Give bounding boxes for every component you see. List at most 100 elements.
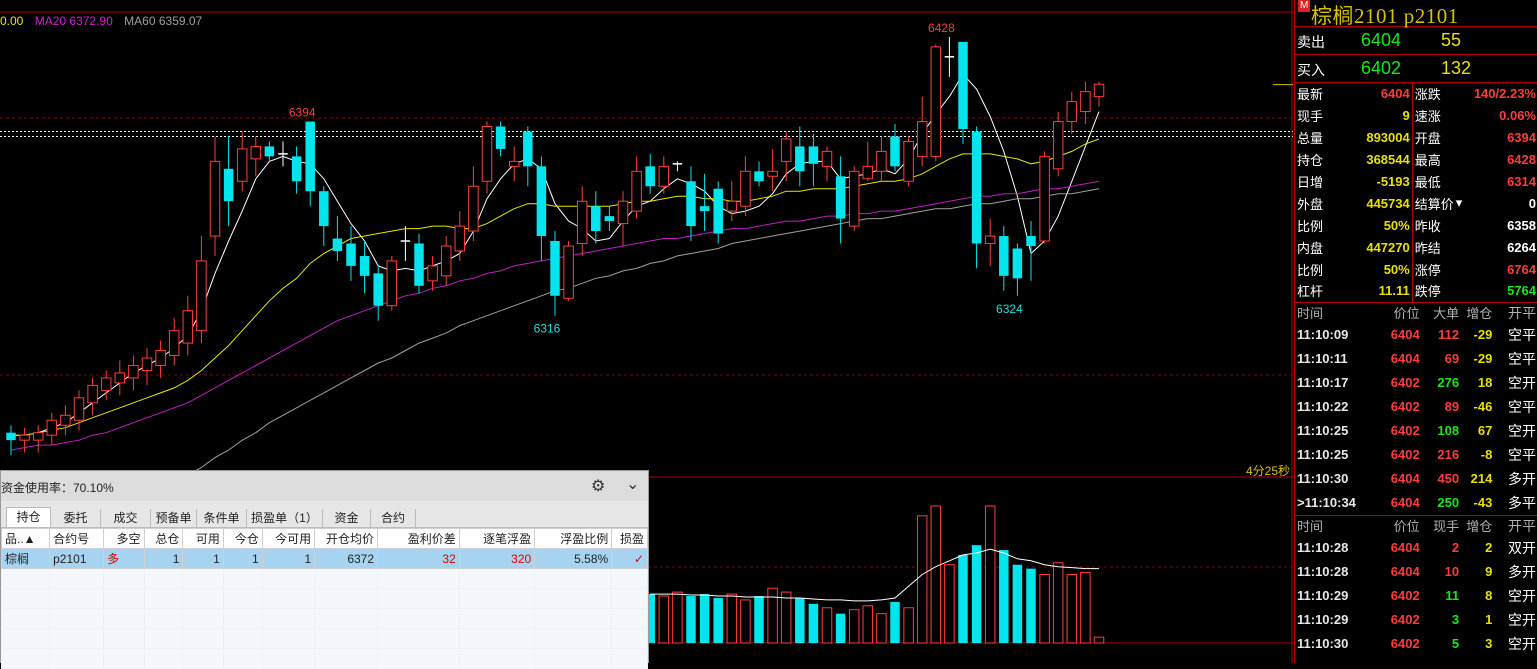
candle-body [6, 432, 16, 441]
candle-body [359, 255, 370, 276]
volume-bar [930, 505, 942, 644]
bid-volume: 132 [1441, 58, 1472, 78]
position-row[interactable]: 棕榈 p2101 多 1 1 1 1 6372 32 320 5.58% ✓ [0, 548, 648, 569]
dropdown-icon[interactable]: ▾ [1456, 192, 1463, 214]
tick-row: >11:10:34 6404 250 -43 多平 [1295, 491, 1537, 515]
candle-body [536, 166, 547, 237]
volume-bar [944, 564, 955, 644]
tick-row: 11:10:25 6402 216 -8 空平 [1295, 443, 1537, 467]
stat-label: 开盘 [1411, 126, 1456, 149]
quote-title-bar: M 棕榈2101 p2101 [1295, 0, 1537, 28]
tick-time: 11:10:30 [1297, 471, 1349, 487]
tick-time: 11:10:25 [1297, 447, 1349, 463]
margin-usage-title: 资金使用率：70.10% [1, 481, 114, 495]
tick-price: 6404 [1390, 327, 1420, 343]
candle-body [73, 397, 85, 421]
market-mark-icon: M [1298, 0, 1311, 12]
bid-price: 6402 [1361, 58, 1402, 78]
candle-body [305, 121, 315, 192]
chevron-down-icon[interactable]: ⌄ [626, 474, 639, 494]
empty-row [0, 628, 648, 649]
tick-oi-change: 67 [1477, 423, 1493, 439]
contract-title: 棕榈2101 p2101 [1311, 4, 1459, 28]
column-header[interactable]: 总仓 [143, 528, 184, 549]
volume-bar [699, 594, 710, 643]
trade-ticks: 时间 价位 现手 增仓 开平 11:10:28 6404 2 2 双开 11:10:28 6404 10… [1295, 514, 1537, 656]
volume-bar [999, 550, 1009, 643]
tick-open-close: 多开 [1508, 470, 1536, 487]
bid-row[interactable]: 买入 6402 132 [1295, 55, 1537, 83]
column-header[interactable]: 开仓均价 [314, 528, 379, 549]
positions-tab[interactable]: 成交 [101, 509, 151, 527]
ticks-header-cell: 大单 [1433, 306, 1460, 322]
column-header[interactable]: 今可用 [261, 528, 316, 549]
positions-tab[interactable]: 资金 [323, 509, 371, 527]
empty-cell [261, 588, 316, 609]
gear-icon[interactable]: ⚙ [591, 476, 605, 496]
positions-tab[interactable]: 合约 [371, 509, 416, 527]
column-header[interactable]: 品..▲ [0, 528, 51, 549]
tick-row: 11:10:17 6402 276 18 空开 [1295, 371, 1537, 395]
column-header[interactable]: 浮盈比例 [534, 528, 613, 549]
tick-open-close: 空开 [1508, 635, 1536, 652]
stat-label: 杠杆 [1297, 284, 1324, 300]
candle-body [658, 165, 670, 187]
column-header[interactable]: 今仓 [222, 528, 263, 549]
ticks-header: 时间 价位 现手 增仓 开平 [1295, 515, 1537, 536]
column-header[interactable]: 可用 [182, 528, 224, 549]
empty-row [0, 588, 648, 609]
legend-ma20-label: MA20 [34, 14, 67, 28]
candle-body [495, 126, 506, 149]
tick-price: 6404 [1390, 351, 1420, 367]
ask-row[interactable]: 卖出 6404 55 [1295, 27, 1537, 55]
candle-body [141, 357, 153, 371]
stat-value: 50% [1383, 217, 1410, 233]
candle-body [903, 140, 914, 182]
column-header[interactable]: 合约号 [49, 528, 105, 549]
candle-body [468, 185, 479, 232]
volume-bar [808, 603, 819, 643]
tick-open-close: 双开 [1508, 539, 1536, 556]
candle-body [821, 150, 833, 167]
tick-time: >11:10:34 [1297, 495, 1356, 511]
column-header[interactable]: 损盈 [611, 528, 648, 549]
column-header[interactable]: 盈利价差 [377, 528, 460, 549]
stats-row: 总量 893004 开盘 6394 [1295, 126, 1537, 149]
candle-body [19, 434, 30, 441]
ask-label: 卖出 [1297, 34, 1325, 50]
candle-body [726, 200, 738, 212]
tick-row: 11:10:30 6404 450 214 多开 [1295, 467, 1537, 491]
tick-row: 11:10:28 6404 2 2 双开 [1295, 536, 1537, 560]
empty-cell [534, 628, 613, 649]
empty-cell [458, 648, 536, 669]
candle-body [876, 150, 887, 172]
positions-tab[interactable]: 条件单 [197, 509, 247, 527]
stat-label: 比例 [1297, 262, 1324, 278]
stat-value: 6314 [1507, 174, 1536, 189]
candle-body [319, 191, 329, 227]
tick-row: 11:10:11 6404 69 -29 空平 [1295, 347, 1537, 371]
tick-price: 6402 [1390, 375, 1420, 391]
tick-volume: 216 [1437, 447, 1460, 463]
tick-volume: 3 [1451, 612, 1460, 628]
column-header[interactable]: 多空 [103, 528, 145, 549]
empty-cell [458, 608, 536, 629]
positions-tab[interactable]: 持仓 [6, 507, 51, 527]
column-header[interactable]: 逐笔浮盈 [458, 528, 536, 549]
candle-body [100, 377, 112, 391]
candle-body [523, 131, 533, 167]
tick-open-close: 多开 [1508, 563, 1536, 580]
tick-time: 11:10:25 [1297, 423, 1349, 439]
volume-bar [1026, 568, 1036, 643]
positions-tab[interactable]: 预备单 [151, 509, 197, 527]
stat-label: 持仓 [1297, 153, 1324, 169]
tick-time: 11:10:30 [1297, 636, 1349, 652]
positions-tab[interactable]: 损盈单（1） [247, 509, 323, 527]
stat-value: -5193 [1376, 174, 1410, 189]
tick-time: 11:10:17 [1297, 375, 1349, 391]
tick-oi-change: 214 [1470, 471, 1493, 487]
volume-bar [848, 609, 860, 644]
empty-cell [377, 588, 460, 609]
positions-tab[interactable]: 委托 [51, 509, 101, 527]
volume-bar [821, 607, 833, 644]
